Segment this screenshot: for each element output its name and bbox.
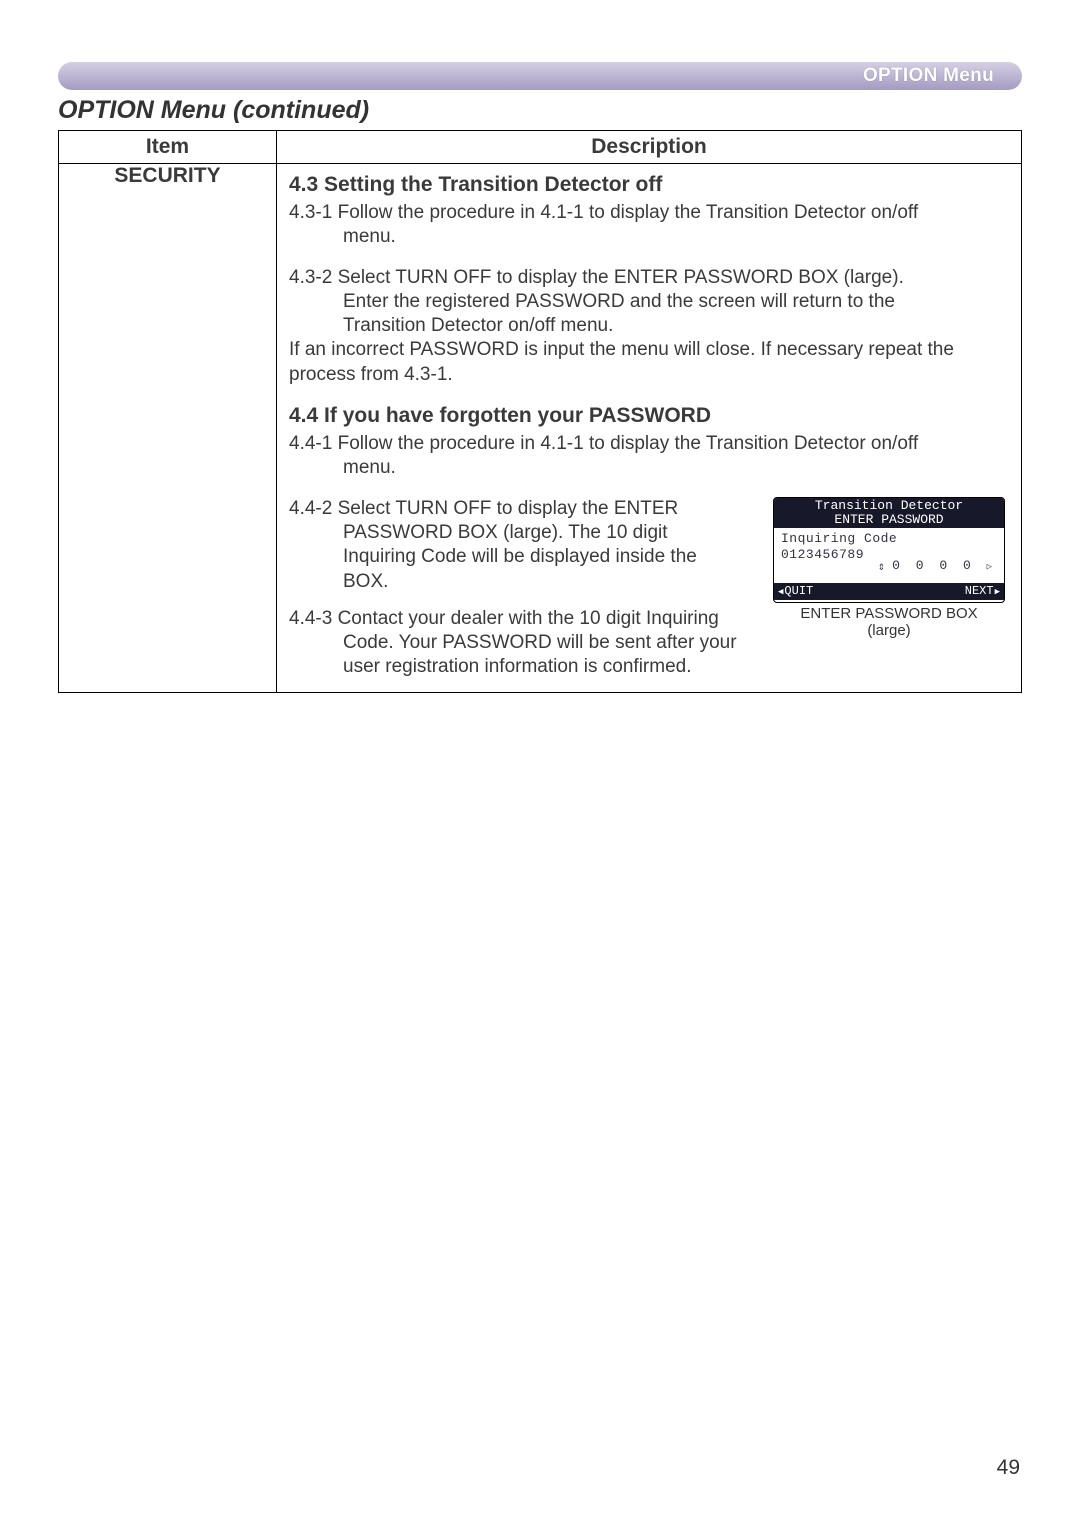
banner-label: OPTION Menu: [863, 65, 994, 87]
page-title: OPTION Menu (continued): [58, 96, 369, 125]
updown-icon: ⇕: [878, 560, 889, 575]
sec44-step2: 4.4-2 Select TURN OFF to display the ENT…: [289, 497, 753, 594]
row-description: 4.3 Setting the Transition Detector off …: [277, 164, 1022, 693]
sec44-step3-block: 4.4-3 Contact your dealer with the 10 di…: [289, 607, 1009, 680]
sec44-step3-line3: user registration information is confirm…: [289, 655, 753, 679]
next-button[interactable]: NEXT: [965, 584, 1000, 599]
sec44-step1: 4.4-1 Follow the procedure in 4.1-1 to d…: [289, 432, 1009, 481]
sec44-step2-line2: PASSWORD BOX (large). The 10 digit: [289, 521, 753, 545]
sec43-step2-note: If an incorrect PASSWORD is input the me…: [289, 338, 1009, 387]
dialog-title: Transition Detector ENTER PASSWORD: [774, 498, 1004, 528]
dialog-body: Inquiring Code 0123456789 ⇕0 0 0 0 ▷: [774, 528, 1004, 583]
row-item-label: SECURITY: [59, 164, 277, 693]
sec43-step2: 4.3-2 Select TURN OFF to display the ENT…: [289, 266, 1009, 388]
sec44-heading: 4.4 If you have forgotten your PASSWORD: [289, 403, 1009, 430]
th-item: Item: [59, 131, 277, 164]
dialog-footer: QUIT NEXT: [774, 583, 1004, 600]
option-table: Item Description SECURITY 4.3 Setting th…: [58, 130, 1022, 693]
sec44-step3: 4.4-3 Contact your dealer with the 10 di…: [289, 607, 753, 680]
digits-value: 0 0 0 0: [892, 558, 975, 573]
sec43-step2-line1: 4.3-2 Select TURN OFF to display the ENT…: [289, 267, 904, 288]
sec44-step1-line1: 4.4-1 Follow the procedure in 4.1-1 to d…: [289, 433, 918, 454]
password-digits: ⇕0 0 0 0 ▷: [878, 558, 996, 575]
header-banner: OPTION Menu: [58, 62, 1022, 90]
dialog-title-line1: Transition Detector: [774, 499, 1004, 514]
dialog-box: Transition Detector ENTER PASSWORD Inqui…: [773, 497, 1005, 603]
sec44-step3-line2: Code. Your PASSWORD will be sent after y…: [289, 631, 753, 655]
sec44-step2-block: 4.4-2 Select TURN OFF to display the ENT…: [289, 497, 1009, 607]
sec43-heading: 4.3 Setting the Transition Detector off: [289, 172, 1009, 199]
sec44-step2-line3: Inquiring Code will be displayed inside …: [289, 545, 753, 569]
sec43-step2-line3: Transition Detector on/off menu.: [289, 314, 1009, 338]
inquiring-label: Inquiring Code: [781, 531, 997, 548]
dialog-title-line2: ENTER PASSWORD: [774, 513, 1004, 528]
quit-button[interactable]: QUIT: [778, 584, 813, 599]
th-desc: Description: [277, 131, 1022, 164]
sec44-step2-line1: 4.4-2 Select TURN OFF to display the ENT…: [289, 498, 678, 519]
sec43-step2-line2: Enter the registered PASSWORD and the sc…: [289, 290, 1009, 314]
page-number: 49: [997, 1456, 1020, 1480]
sec44-step3-line1: 4.4-3 Contact your dealer with the 10 di…: [289, 608, 719, 629]
sec44-step2-line4: BOX.: [289, 570, 753, 594]
right-tri-icon: ▷: [987, 562, 996, 572]
sec43-step1-cont: menu.: [289, 225, 1009, 249]
sec43-step1-text: 4.3-1 Follow the procedure in 4.1-1 to d…: [289, 202, 918, 223]
sec44-step1-cont: menu.: [289, 456, 1009, 480]
sec43-step1: 4.3-1 Follow the procedure in 4.1-1 to d…: [289, 201, 1009, 250]
